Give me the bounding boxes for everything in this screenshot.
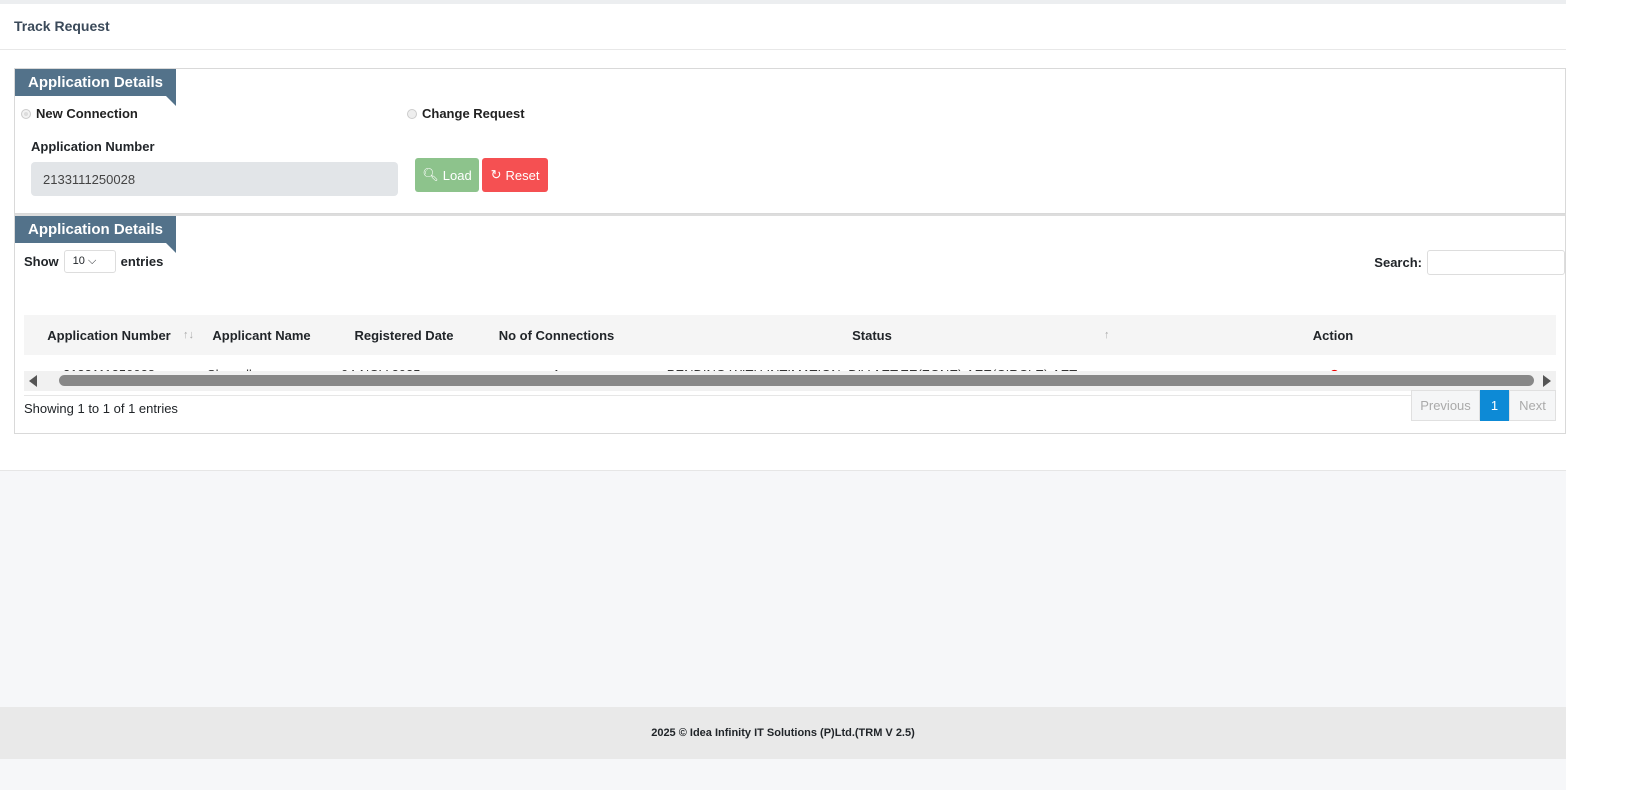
radio-change-request[interactable]: Change Request (407, 106, 525, 121)
radio-new-connection[interactable]: New Connection (21, 106, 138, 121)
col-label: Status (852, 327, 892, 343)
reset-button[interactable]: ↻ Reset (482, 158, 548, 192)
page: Track Request Application Details New Co… (0, 0, 1566, 790)
search-control: Search: (1374, 250, 1565, 275)
scroll-right-icon[interactable] (1543, 375, 1551, 387)
page-1-button[interactable]: 1 (1480, 390, 1509, 421)
col-registered-date: Registered Date (329, 315, 479, 355)
section-title: Application Details (15, 69, 177, 106)
previous-button[interactable]: Previous (1411, 390, 1480, 421)
col-applicant-name: Applicant Name (194, 315, 329, 355)
search-label: Search: (1374, 255, 1422, 270)
radio-label: New Connection (36, 106, 138, 121)
table-info: Showing 1 to 1 of 1 entries (24, 401, 178, 416)
entries-label: entries (120, 254, 164, 269)
radio-label: Change Request (422, 106, 525, 121)
entries-select[interactable]: 10 ⌵ (63, 250, 116, 273)
search-panel: Application Details New Connection Chang… (14, 68, 1566, 214)
chevron-down-icon: ⌵ (87, 255, 97, 267)
footer: 2025 © Idea Infinity IT Solutions (P)Ltd… (0, 707, 1566, 759)
scrollbar-thumb[interactable] (59, 375, 1534, 386)
show-label: Show (24, 254, 59, 269)
radio-icon[interactable] (21, 108, 31, 119)
main: Application Details New Connection Chang… (0, 50, 1566, 471)
col-label: Application Number (47, 327, 171, 343)
col-action: Action (1110, 315, 1556, 355)
col-connections: No of Connections (479, 315, 634, 355)
section-title: Application Details (15, 216, 177, 253)
search-input[interactable] (1427, 250, 1565, 275)
entries-control: Show 10 ⌵ entries (24, 250, 163, 273)
sort-icon[interactable]: ↑↓ (183, 329, 194, 341)
page-title: Track Request (0, 4, 1566, 50)
app-number-input[interactable]: 2133111250028 (31, 162, 398, 196)
entries-value: 10 (72, 255, 85, 267)
col-app-number[interactable]: Application Number ↑↓ (24, 315, 194, 355)
radio-icon[interactable] (407, 108, 417, 119)
reset-label: Reset (505, 167, 540, 183)
load-label: Load (442, 167, 472, 183)
results-panel: Application Details Show 10 ⌵ entries Se… (14, 214, 1566, 434)
horizontal-scrollbar[interactable] (24, 371, 1556, 391)
table-header: Application Number ↑↓ Applicant Name Regi… (24, 315, 1556, 355)
app-number-label: Application Number (31, 139, 155, 154)
search-icon: 🔍︎ (422, 167, 439, 182)
next-button[interactable]: Next (1509, 390, 1556, 421)
col-status[interactable]: Status↑↓ (634, 315, 1115, 355)
load-button[interactable]: 🔍︎ Load (415, 158, 479, 192)
scroll-left-icon[interactable] (29, 375, 37, 387)
refresh-icon: ↻ (490, 167, 502, 182)
